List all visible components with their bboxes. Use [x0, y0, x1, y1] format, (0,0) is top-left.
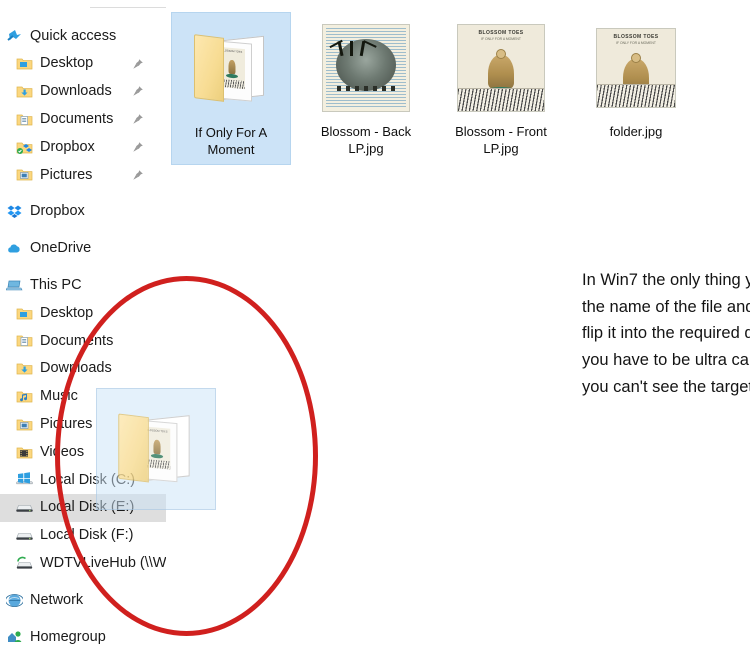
tile-row: BLOSSOM TOES If Only For A Moment Blosso… — [171, 12, 711, 166]
hard-drive-icon — [16, 499, 33, 516]
cover-title: BLOSSOM TOES — [613, 34, 659, 40]
sidebar-item-label: Desktop — [40, 304, 94, 321]
file-name-label: If Only For A Moment — [194, 125, 268, 157]
documents-folder-icon — [16, 111, 33, 128]
star-pin-icon — [6, 27, 23, 44]
network-icon — [5, 592, 24, 609]
nav-group-label: Quick access — [30, 27, 117, 44]
sidebar-item-label: Documents — [40, 111, 114, 128]
image-thumbnail — [322, 24, 410, 112]
file-tile-front-lp[interactable]: BLOSSOM TOES IF ONLY FOR A MOMENT Blosso… — [441, 12, 561, 165]
videos-folder-icon — [16, 444, 33, 461]
sidebar-item-dropbox-quick[interactable]: Dropbox — [0, 133, 166, 161]
thumbnail: BLOSSOM TOES IF ONLY FOR A MOMENT — [445, 16, 557, 120]
hard-drive-icon — [16, 527, 33, 544]
homegroup-icon — [6, 628, 23, 645]
file-name-label: folder.jpg — [609, 124, 663, 139]
file-tile-back-lp[interactable]: Blossom - Back LP.jpg — [306, 12, 426, 165]
file-tile-folder[interactable]: BLOSSOM TOES If Only For A Moment — [171, 12, 291, 166]
pushpin-icon[interactable] — [132, 141, 144, 153]
dropbox-folder-icon — [16, 139, 33, 156]
sidebar-item-label: Local Disk (F:) — [40, 527, 134, 544]
pictures-folder-icon — [16, 416, 33, 433]
sidebar-item-label: Network — [30, 591, 84, 608]
navigation-pane[interactable]: Quick access Desktop Downloads Documents… — [0, 22, 168, 651]
file-name-label: Blossom - Back LP.jpg — [320, 124, 412, 156]
onedrive-cloud-icon — [6, 240, 23, 257]
sidebar-item-label: Desktop — [40, 55, 94, 72]
sidebar-item-documents-quick[interactable]: Documents — [0, 105, 166, 133]
file-tile-folder-jpg[interactable]: BLOSSOM TOES IF ONLY FOR A MOMENT folder… — [576, 12, 696, 165]
pushpin-icon[interactable] — [132, 85, 144, 97]
sidebar-item-onedrive[interactable]: OneDrive — [0, 235, 166, 263]
dropbox-icon — [6, 203, 23, 220]
sidebar-item-dropbox-root[interactable]: Dropbox — [0, 198, 166, 226]
sidebar-item-label: WDTVLiveHub (\\W — [40, 554, 167, 571]
windows-drive-icon — [16, 471, 33, 488]
downloads-folder-icon — [16, 360, 33, 377]
sidebar-item-label: Homegroup — [30, 628, 106, 645]
sidebar-item-label: Videos — [40, 443, 85, 460]
desktop-folder-icon — [16, 55, 33, 72]
sidebar-item-local-disk-f[interactable]: Local Disk (F:) — [0, 522, 166, 550]
sidebar-item-documents-pc[interactable]: Documents — [0, 327, 166, 355]
image-thumbnail: BLOSSOM TOES IF ONLY FOR A MOMENT — [457, 24, 545, 112]
pictures-folder-icon — [16, 166, 33, 183]
sidebar-item-label: Downloads — [40, 83, 112, 100]
desktop-folder-icon — [16, 305, 33, 322]
sidebar-item-desktop-quick[interactable]: Desktop — [0, 50, 166, 78]
sidebar-item-label: Music — [40, 388, 78, 405]
sidebar-item-downloads-quick[interactable]: Downloads — [0, 78, 166, 106]
file-name-label: Blossom - Front LP.jpg — [455, 124, 547, 156]
image-thumbnail: BLOSSOM TOES IF ONLY FOR A MOMENT — [596, 28, 676, 108]
sidebar-item-downloads-pc[interactable]: Downloads — [0, 355, 166, 383]
sidebar-item-label: Pictures — [40, 166, 93, 183]
music-folder-icon — [16, 388, 33, 405]
sidebar-item-label: Dropbox — [30, 203, 85, 220]
network-drive-icon — [16, 555, 33, 572]
sidebar-item-network[interactable]: Network — [0, 586, 166, 614]
thumbnail: BLOSSOM TOES — [176, 17, 286, 121]
sidebar-item-label: OneDrive — [30, 240, 92, 257]
this-pc-icon — [5, 277, 23, 294]
sidebar-item-wdtvlivehub[interactable]: WDTVLiveHub (\\W — [0, 549, 167, 577]
nav-group-quick-access[interactable]: Quick access — [0, 22, 166, 50]
documents-folder-icon — [16, 332, 33, 349]
file-list-pane[interactable]: BLOSSOM TOES If Only For A Moment Blosso… — [166, 7, 750, 648]
sidebar-item-label: Dropbox — [40, 138, 95, 155]
pushpin-icon[interactable] — [132, 113, 144, 125]
pushpin-icon[interactable] — [132, 58, 144, 70]
sidebar-item-label: Pictures — [40, 416, 93, 432]
thumbnail — [310, 16, 422, 120]
thumbnail: BLOSSOM TOES IF ONLY FOR A MOMENT — [580, 16, 692, 120]
sidebar-item-label: This PC — [30, 277, 82, 294]
folder-with-album-icon: BLOSSOM TOES — [116, 413, 196, 484]
folder-with-album-icon: BLOSSOM TOES — [192, 34, 270, 104]
sidebar-item-this-pc[interactable]: This PC — [0, 271, 166, 299]
annotation-text: In Win7 the only thing you dragged was t… — [582, 271, 750, 396]
sidebar-item-label: Documents — [40, 332, 114, 349]
sidebar-item-homegroup[interactable]: Homegroup — [0, 623, 166, 651]
sidebar-item-label: Downloads — [40, 360, 112, 377]
cover-subtitle: IF ONLY FOR A MOMENT — [481, 37, 521, 41]
cover-subtitle: IF ONLY FOR A MOMENT — [616, 41, 656, 45]
sidebar-item-desktop-pc[interactable]: Desktop — [0, 299, 166, 327]
pushpin-icon[interactable] — [132, 169, 144, 181]
downloads-folder-icon — [16, 83, 33, 100]
sidebar-item-pictures-quick[interactable]: Pictures — [0, 161, 166, 189]
cover-title: BLOSSOM TOES — [478, 30, 524, 36]
dragged-folder-ghost[interactable]: BLOSSOM TOES — [96, 388, 216, 510]
